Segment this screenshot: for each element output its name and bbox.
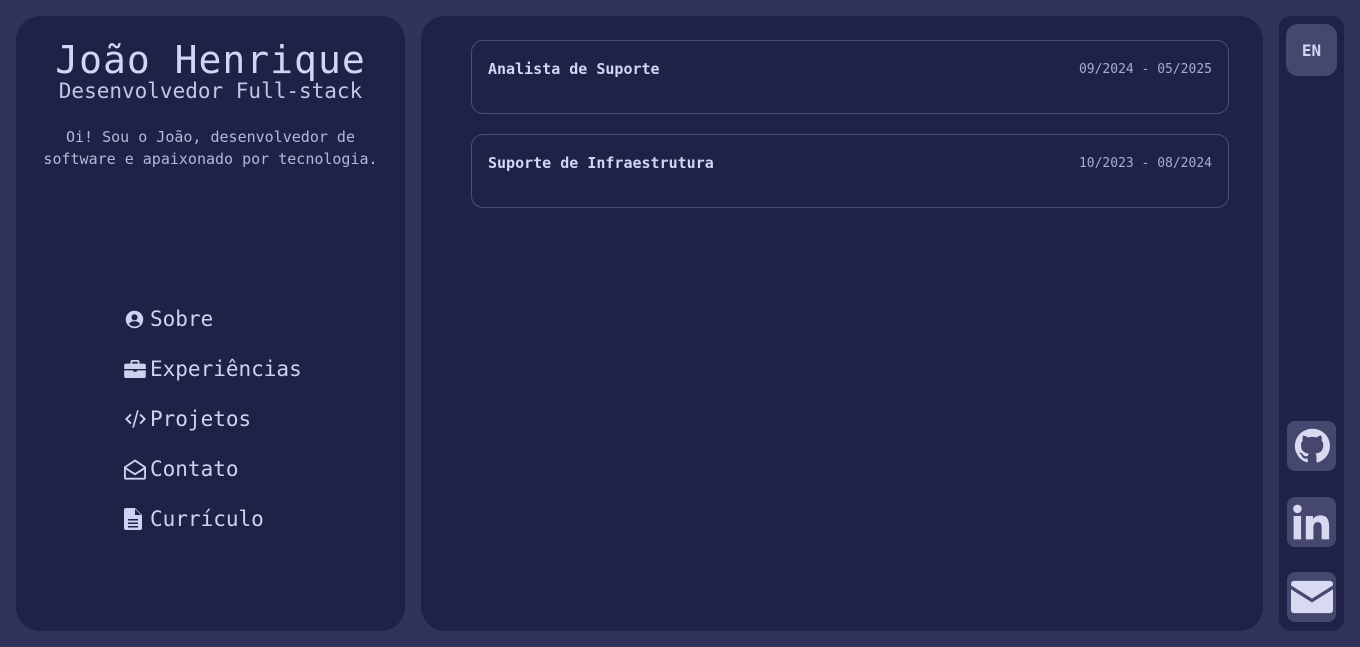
nav-label-sobre: Sobre xyxy=(150,307,214,331)
nav-label-curriculo: Currículo xyxy=(150,507,264,531)
nav-item-curriculo[interactable]: Currículo xyxy=(124,494,302,544)
experience-title: Suporte de Infraestrutura xyxy=(488,154,714,172)
experience-card[interactable]: Suporte de Infraestrutura 10/2023 - 08/2… xyxy=(471,134,1229,208)
linkedin-button[interactable] xyxy=(1287,497,1336,547)
linkedin-icon xyxy=(1292,504,1329,540)
experience-dates: 09/2024 - 05/2025 xyxy=(1078,62,1212,77)
experience-card[interactable]: Analista de Suporte 09/2024 - 05/2025 xyxy=(471,40,1229,114)
profile-bio: Oi! Sou o João, desenvolvedor de softwar… xyxy=(43,128,378,168)
nav-item-sobre[interactable]: Sobre xyxy=(124,294,302,344)
nav-item-contato[interactable]: Contato xyxy=(124,444,302,494)
language-toggle-button[interactable]: EN xyxy=(1286,24,1337,76)
envelope-open-icon xyxy=(124,458,148,480)
right-sidebar: EN xyxy=(1279,16,1344,631)
profile-panel: João Henrique Desenvolvedor Full-stack O… xyxy=(16,16,405,631)
main-nav: Sobre Experiências Projetos Contato Curr… xyxy=(124,294,302,544)
nav-item-projetos[interactable]: Projetos xyxy=(124,394,302,444)
code-icon xyxy=(124,408,148,430)
email-button[interactable] xyxy=(1287,572,1336,622)
briefcase-icon xyxy=(124,358,148,380)
experience-panel: Analista de Suporte 09/2024 - 05/2025 Su… xyxy=(421,16,1263,631)
experience-title: Analista de Suporte xyxy=(488,60,660,78)
file-icon xyxy=(124,508,148,530)
github-icon xyxy=(1294,428,1330,463)
email-icon xyxy=(1290,580,1333,614)
profile-name: João Henrique xyxy=(55,38,366,82)
nav-label-projetos: Projetos xyxy=(150,407,252,431)
user-circle-icon xyxy=(124,308,148,330)
profile-role: Desenvolvedor Full-stack xyxy=(58,79,363,103)
experience-dates: 10/2023 - 08/2024 xyxy=(1078,156,1212,171)
nav-label-experiencias: Experiências xyxy=(150,357,302,381)
github-button[interactable] xyxy=(1287,421,1336,471)
nav-label-contato: Contato xyxy=(150,457,239,481)
nav-item-experiencias[interactable]: Experiências xyxy=(124,344,302,394)
